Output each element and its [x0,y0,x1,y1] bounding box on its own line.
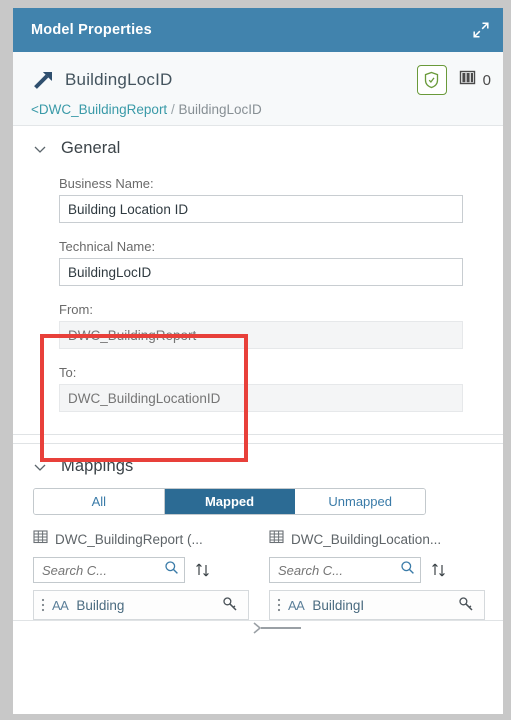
target-search-input[interactable] [278,562,400,578]
filter-tab-unmapped[interactable]: Unmapped [295,489,425,514]
general-section-title: General [61,139,121,157]
mappings-filter-segmented-control: All Mapped Unmapped [33,488,426,515]
source-mapping-item[interactable]: AA Building [33,590,249,620]
target-column-title: DWC_BuildingLocation... [291,531,442,547]
mappings-section-header[interactable]: Mappings [13,444,503,486]
chevron-down-icon[interactable] [33,142,47,156]
target-search-box[interactable] [269,557,421,583]
object-header-actions: 0 [416,65,491,95]
titlebar-actions [467,16,495,44]
source-search-row [33,557,249,583]
breadcrumb-parent-link[interactable]: <DWC_BuildingReport [31,102,167,117]
text-type-icon: AA [52,597,69,613]
breadcrumb-current: BuildingLocID [178,102,262,117]
filter-tab-mapped[interactable]: Mapped [164,489,296,514]
from-input [59,321,463,349]
target-sort-icon[interactable] [430,561,448,579]
to-field-group: To: [59,365,463,412]
screen-root: Model Properties BuildingLocID 0 <DWC_Bu… [0,0,511,720]
to-input [59,384,463,412]
technical-name-field-group: Technical Name: [59,239,463,286]
expand-icon[interactable] [467,16,495,44]
general-section: General Business Name: Technical Name: F… [13,126,503,435]
drag-handle-dots-icon[interactable] [274,597,284,613]
mapping-connector-stroke [261,627,301,629]
source-column-header: DWC_BuildingReport (... [33,529,249,549]
business-name-label: Business Name: [59,176,154,191]
to-label: To: [59,365,77,380]
search-icon[interactable] [164,560,179,580]
business-name-input[interactable] [59,195,463,223]
target-column-header: DWC_BuildingLocation... [269,529,485,549]
field-spacer [59,227,463,239]
general-section-body: Business Name: Technical Name: From: To: [13,168,503,434]
key-icon[interactable] [222,596,240,614]
source-mapping-item-label: Building [76,597,125,613]
source-search-box[interactable] [33,557,185,583]
drag-handle-dots-icon[interactable] [38,597,48,613]
from-label: From: [59,302,93,317]
general-section-header[interactable]: General [13,126,503,168]
association-arrow-icon [31,67,57,93]
mapping-columns: DWC_BuildingReport (... Search C... AA B… [13,529,503,634]
target-mapping-item[interactable]: AA BuildingI [269,590,485,620]
mappings-section-title: Mappings [61,457,134,475]
business-name-field-group: Business Name: [59,176,463,223]
source-sort-icon[interactable] [194,561,212,579]
breadcrumb-separator: / [170,102,175,117]
object-header-row: BuildingLocID 0 [31,64,491,96]
text-type-icon: AA [288,597,305,613]
column-count: 0 [482,71,491,89]
chevron-down-icon[interactable] [33,460,47,474]
field-spacer [59,290,463,302]
search-icon[interactable] [400,560,415,580]
source-column-title: DWC_BuildingReport (... [55,531,203,547]
field-spacer [59,353,463,365]
technical-name-input[interactable] [59,258,463,286]
panel-title: Model Properties [31,22,152,38]
table-columns-icon [269,529,284,549]
target-search-row [269,557,485,583]
filter-tab-all[interactable]: All [34,489,165,514]
model-properties-panel: Model Properties BuildingLocID 0 <DWC_Bu… [13,8,503,714]
target-mapping-item-label: BuildingI [312,597,365,613]
key-icon[interactable] [458,596,476,614]
table-grid-icon [459,69,476,91]
from-field-group: From: [59,302,463,349]
object-header: BuildingLocID 0 <DWC_BuildingReport / Bu… [13,52,503,126]
mapping-source-column: DWC_BuildingReport (... Search C... AA B… [33,529,249,620]
mappings-section: Mappings All Mapped Unmapped DWC_Buildin… [13,443,503,634]
panel-titlebar: Model Properties [13,8,503,52]
technical-name-label: Technical Name: [59,239,156,254]
shield-check-icon[interactable] [416,65,447,95]
source-search-input[interactable] [42,562,164,578]
column-count-group: 0 [459,69,491,91]
table-columns-icon [33,529,48,549]
breadcrumb: <DWC_BuildingReport / BuildingLocID [31,102,491,117]
object-title: BuildingLocID [65,70,173,89]
mapping-target-column: DWC_BuildingLocation... Search C... AA B… [269,529,485,620]
